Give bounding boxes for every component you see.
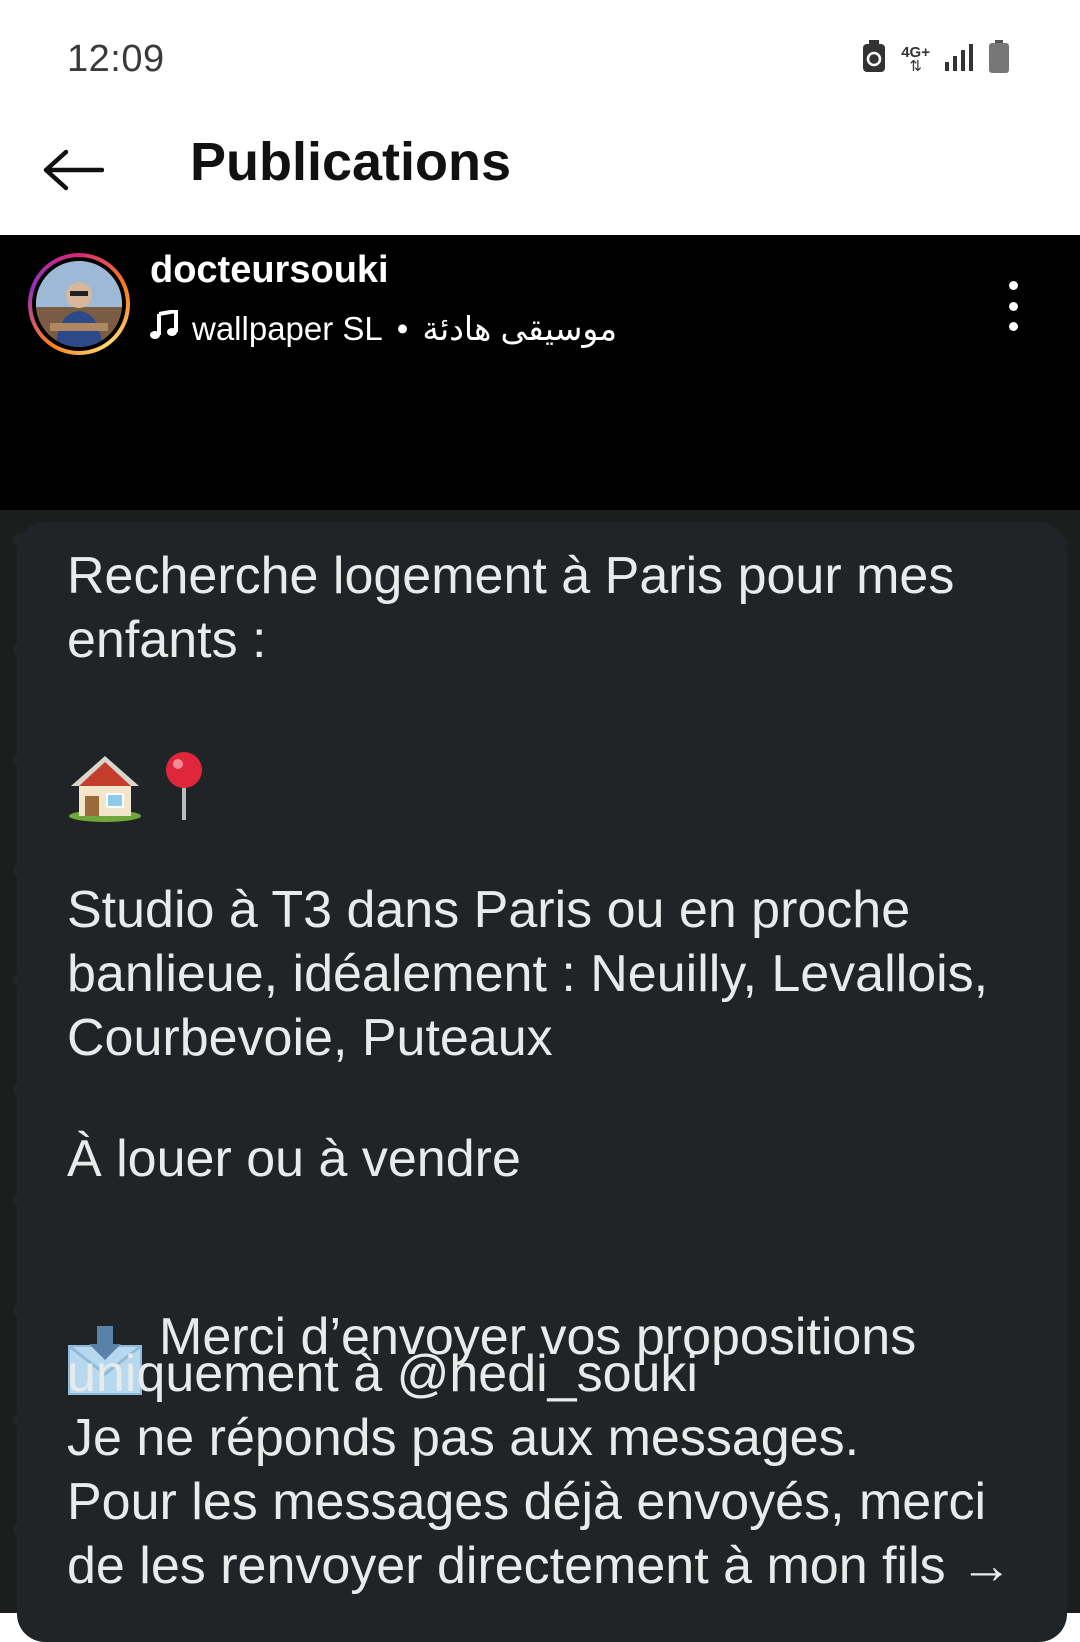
story-ring[interactable] xyxy=(28,253,130,355)
more-options-button[interactable] xyxy=(998,281,1028,331)
avatar xyxy=(36,261,122,347)
post-username[interactable]: docteursouki xyxy=(150,249,389,292)
music-note-icon xyxy=(150,308,178,348)
data-saver-icon xyxy=(861,40,887,79)
message-line-1: Recherche logement à Paris pour mes enfa… xyxy=(67,547,955,669)
network-4g-icon: 4G+ ⇅ xyxy=(901,45,930,75)
emoji-row xyxy=(67,750,207,827)
music-attribution[interactable]: wallpaper SL • موسيقى هادئة xyxy=(150,308,618,348)
app-bar: Publications xyxy=(0,115,1080,235)
message-paragraph-2: Studio à T3 dans Paris ou en proche banl… xyxy=(67,881,989,1067)
house-emoji xyxy=(67,752,143,827)
message-bubble: Recherche logement à Paris pour mes enfa… xyxy=(17,522,1067,1642)
battery-icon xyxy=(988,40,1010,79)
more-dot xyxy=(1008,322,1018,331)
post-header: docteursouki wallpaper SL • موسيقى هادئة xyxy=(0,235,1080,510)
music-title: موسيقى هادئة xyxy=(422,310,618,347)
network-arrows: ⇅ xyxy=(909,57,922,75)
post-image[interactable]: Recherche logement à Paris pour mes enfa… xyxy=(0,510,1080,1642)
more-vertical-icon xyxy=(1008,281,1018,290)
page-title: Publications xyxy=(190,132,512,192)
status-bar: 12:09 4G+ ⇅ xyxy=(0,0,1080,115)
avatar-border xyxy=(32,257,126,351)
more-dot xyxy=(1008,301,1018,311)
pin-emoji xyxy=(161,750,207,827)
message-paragraph-3: À louer ou à vendre xyxy=(67,1130,521,1188)
arrow-left-icon xyxy=(42,148,105,197)
status-time: 12:09 xyxy=(67,38,165,80)
music-separator: • xyxy=(396,309,409,347)
music-artist: wallpaper SL xyxy=(192,309,383,347)
status-icons: 4G+ ⇅ xyxy=(861,40,1010,79)
signal-icon xyxy=(944,42,974,77)
back-button[interactable] xyxy=(38,137,108,207)
message-paragraph-4-rest: uniquement à @hedi_souki Je ne réponds p… xyxy=(67,1345,1013,1595)
